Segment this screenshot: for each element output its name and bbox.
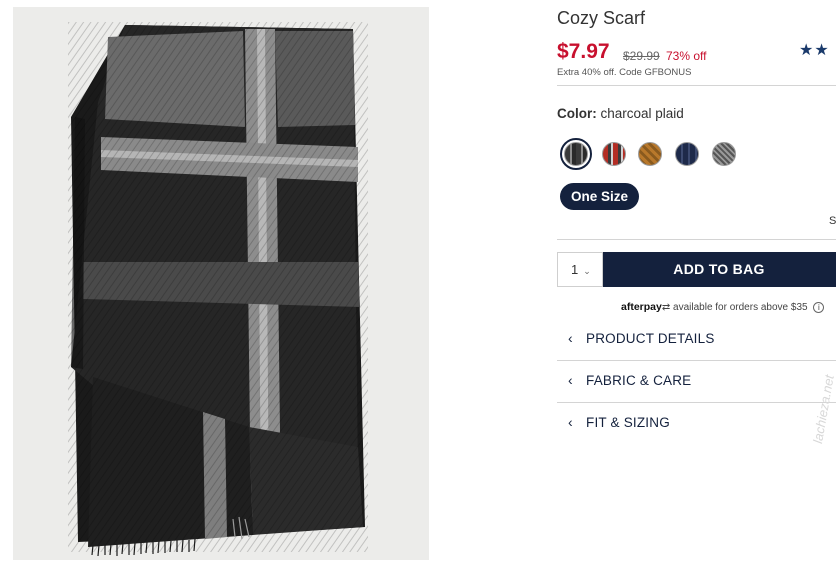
info-icon[interactable]: i [813, 301, 825, 313]
chevron-left-icon: ‹ [568, 372, 573, 388]
quantity-select[interactable]: 1 ⌄ [557, 252, 603, 287]
original-price: $29.99 [623, 49, 660, 63]
accordion-label: FIT & SIZING [586, 415, 670, 430]
product-title: Cozy Scarf [557, 8, 646, 28]
sale-price: $7.97 [557, 40, 610, 63]
swatch-camel[interactable] [638, 142, 662, 166]
afterpay-message: afterpay⇄ available for orders above $35… [621, 301, 825, 313]
chevron-down-icon: ⌄ [583, 266, 591, 276]
color-value: charcoal plaid [600, 106, 684, 121]
quantity-value: 1 [571, 262, 579, 277]
promo-text: Extra 40% off. Code GFBONUS [557, 67, 692, 78]
discount-percent: 73% off [666, 49, 707, 63]
product-image[interactable] [13, 7, 429, 560]
scarf-illustration [13, 7, 429, 560]
swatch-navy[interactable] [675, 142, 699, 166]
afterpay-text: available for orders above $35 [673, 302, 808, 313]
divider [557, 85, 836, 86]
add-to-bag-button[interactable]: ADD TO BAG [603, 252, 836, 287]
swatch-red-plaid[interactable] [602, 142, 626, 166]
divider [557, 239, 836, 240]
accordion-fabric-care[interactable]: ‹ FABRIC & CARE [557, 361, 836, 402]
chevron-left-icon: ‹ [568, 330, 573, 346]
swatch-grey[interactable] [712, 142, 736, 166]
chevron-left-icon: ‹ [568, 414, 573, 430]
color-selection-label: Color: charcoal plaid [557, 106, 684, 121]
swatch-charcoal-plaid[interactable] [560, 138, 592, 170]
accordion-product-details[interactable]: ‹ PRODUCT DETAILS [557, 319, 836, 360]
accordion-label: FABRIC & CARE [586, 373, 692, 388]
size-one-size-button[interactable]: One Size [560, 183, 640, 210]
afterpay-logo: afterpay [621, 301, 662, 313]
accordion-fit-sizing[interactable]: ‹ FIT & SIZING [557, 403, 836, 444]
size-chart-link[interactable]: S [829, 215, 836, 227]
rating-stars[interactable]: ★★ [799, 40, 830, 60]
accordion-label: PRODUCT DETAILS [586, 331, 715, 346]
afterpay-arrows-icon: ⇄ [661, 302, 671, 313]
color-label: Color: [557, 106, 597, 121]
